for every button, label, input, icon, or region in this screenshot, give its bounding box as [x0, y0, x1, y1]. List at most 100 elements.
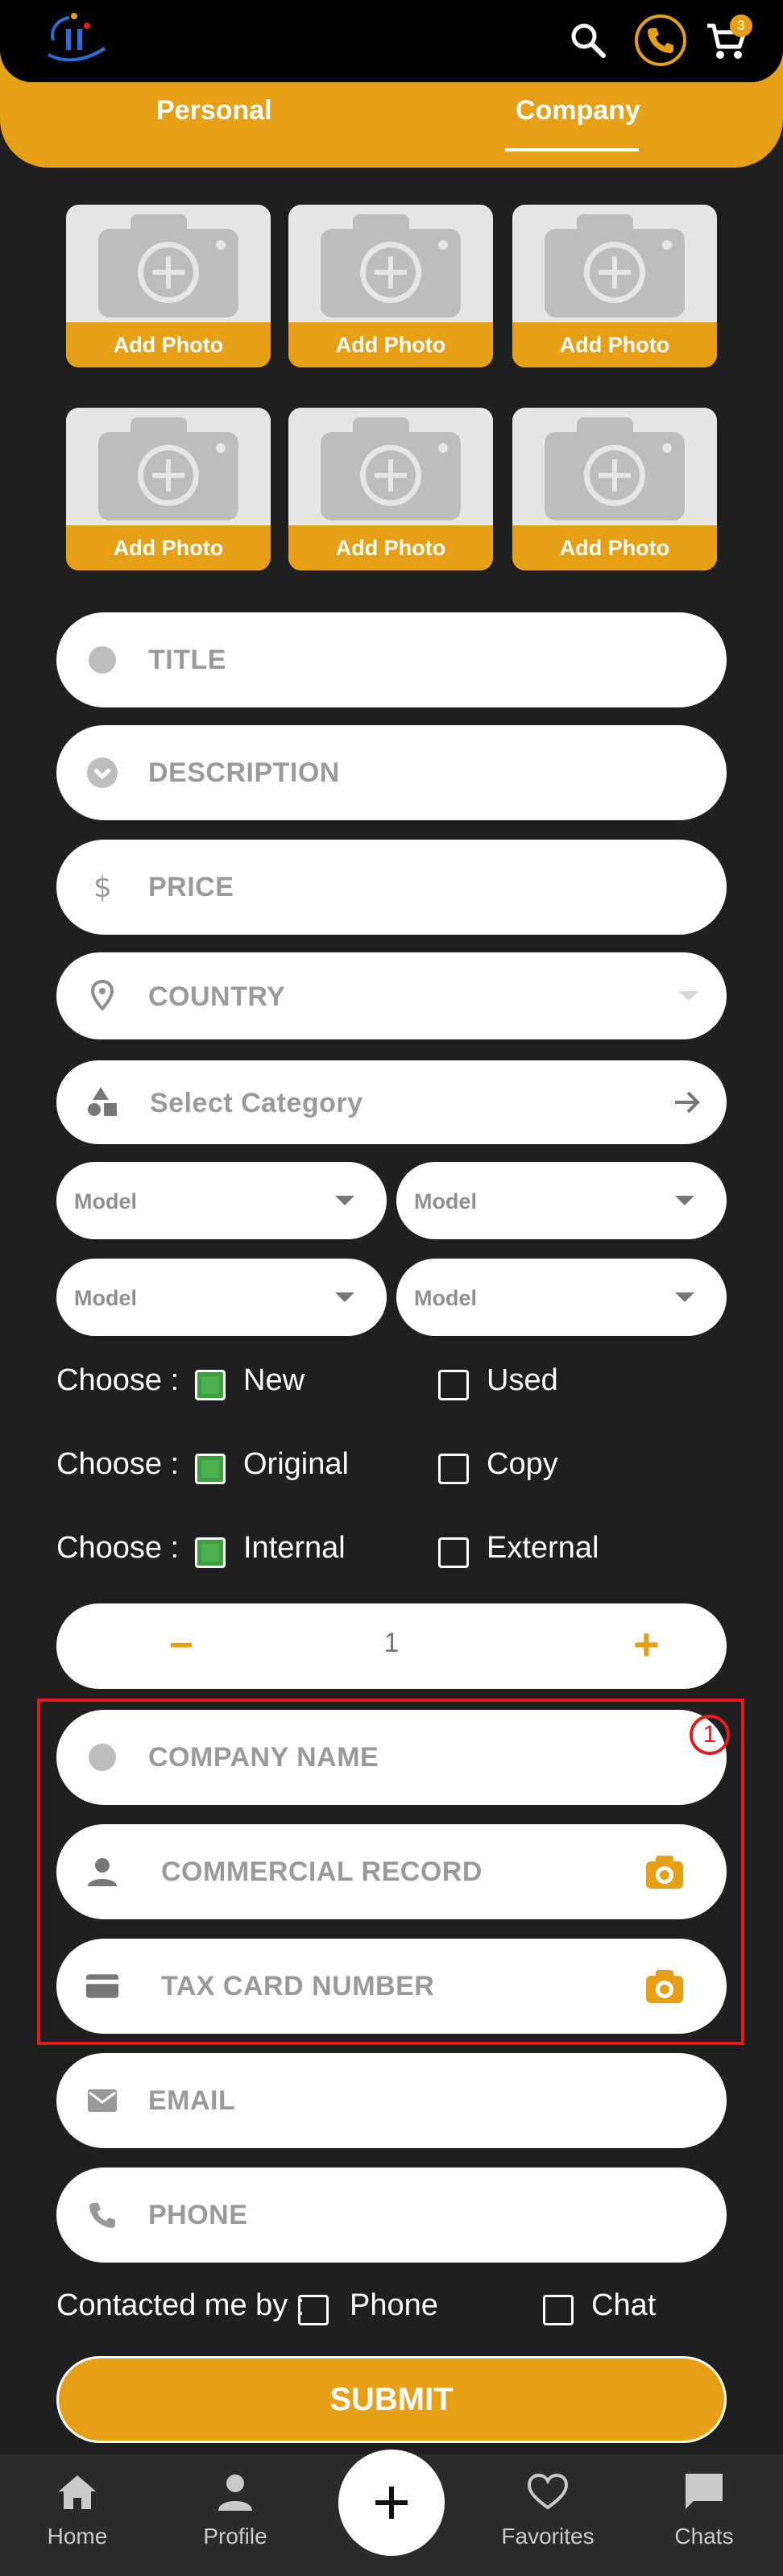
choose-row-condition: Choose : New Used	[56, 1363, 733, 1412]
nav-label: Favorites	[501, 2524, 594, 2549]
increment-button[interactable]: +	[633, 1618, 660, 1670]
phone-icon[interactable]	[635, 15, 686, 66]
tab-personal[interactable]: Personal	[156, 95, 272, 127]
model-placeholder: Model	[414, 1286, 477, 1310]
checkbox-copy[interactable]	[438, 1454, 469, 1484]
decrement-button[interactable]: −	[169, 1621, 193, 1670]
mail-icon	[85, 2084, 119, 2118]
add-photo-label: Add Photo	[288, 525, 493, 570]
checkbox-original[interactable]	[195, 1454, 226, 1484]
checkbox-external[interactable]	[438, 1537, 469, 1568]
checkbox-contact-chat[interactable]	[543, 2295, 574, 2325]
add-photo-card[interactable]: Add Photo	[66, 408, 271, 570]
camera-plus-icon	[321, 417, 461, 521]
description-placeholder: DESCRIPTION	[148, 757, 340, 788]
page: Personal Company 3 Add Photo Add Photo A…	[0, 0, 783, 2576]
dot-icon	[85, 643, 119, 677]
title-placeholder: TITLE	[148, 645, 226, 675]
phone-icon	[85, 2198, 119, 2232]
checkbox-new[interactable]	[195, 1370, 226, 1400]
option-label: Used	[487, 1363, 558, 1397]
model-placeholder: Model	[74, 1189, 137, 1213]
nav-label: Home	[47, 2524, 108, 2549]
category-select[interactable]: Select Category	[56, 1060, 727, 1144]
description-field[interactable]: DESCRIPTION	[56, 725, 727, 820]
model-placeholder: Model	[74, 1286, 137, 1310]
contact-preference-row: Contacted me by : Phone Chat	[56, 2288, 733, 2337]
chevron-circle-icon	[85, 756, 119, 790]
add-photo-card[interactable]: Add Photo	[512, 408, 717, 570]
option-label: Internal	[243, 1531, 346, 1565]
cart-count-badge: 3	[730, 15, 752, 37]
choose-label: Choose :	[56, 1363, 180, 1397]
add-photo-label: Add Photo	[66, 525, 271, 570]
chevron-down-icon	[335, 1292, 354, 1302]
choose-row-origin: Choose : Internal External	[56, 1531, 733, 1579]
option-label: New	[243, 1363, 305, 1397]
submit-button[interactable]: SUBMIT	[56, 2356, 727, 2443]
country-placeholder: COUNTRY	[148, 981, 286, 1012]
checkbox-internal[interactable]	[195, 1537, 226, 1568]
country-select[interactable]: COUNTRY	[56, 952, 727, 1039]
model-dropdown[interactable]: Model	[56, 1259, 387, 1336]
chevron-down-icon	[675, 1196, 694, 1205]
price-placeholder: PRICE	[148, 872, 234, 902]
add-photo-card[interactable]: Add Photo	[66, 205, 271, 367]
nav-label: Profile	[203, 2524, 267, 2549]
search-icon[interactable]	[562, 15, 614, 66]
home-icon	[59, 2475, 96, 2509]
camera-plus-icon	[321, 214, 461, 317]
arrow-right-icon	[675, 1091, 700, 1114]
checkbox-used[interactable]	[438, 1370, 469, 1400]
camera-plus-icon	[98, 214, 238, 317]
quantity-stepper: − 1 +	[56, 1603, 727, 1689]
nav-label: Chats	[674, 2524, 734, 2549]
shapes-icon	[85, 1085, 119, 1118]
checkbox-contact-phone[interactable]	[298, 2295, 329, 2325]
choose-row-authenticity: Choose : Original Copy	[56, 1447, 733, 1495]
add-photo-label: Add Photo	[512, 322, 717, 367]
email-field[interactable]: EMAIL	[56, 2053, 727, 2148]
option-label: Original	[243, 1447, 349, 1481]
location-pin-icon	[85, 978, 119, 1012]
tab-company[interactable]: Company	[516, 95, 640, 127]
add-post-button[interactable]	[338, 2449, 445, 2556]
phone-field[interactable]: PHONE	[56, 2167, 727, 2263]
category-placeholder: Select Category	[150, 1088, 363, 1118]
email-placeholder: EMAIL	[148, 2085, 236, 2116]
add-photo-card[interactable]: Add Photo	[288, 205, 493, 367]
cart-icon[interactable]: 3	[701, 15, 752, 66]
chevron-down-icon	[675, 1292, 694, 1302]
add-photo-label: Add Photo	[288, 322, 493, 367]
title-field[interactable]: TITLE	[56, 612, 727, 707]
nav-profile[interactable]: Profile	[179, 2470, 292, 2549]
dollar-icon: $	[85, 870, 119, 904]
add-photo-label: Add Photo	[66, 322, 271, 367]
camera-plus-icon	[98, 417, 238, 521]
model-dropdown[interactable]: Model	[396, 1162, 727, 1239]
camera-plus-icon	[545, 214, 685, 317]
contact-by-label: Contacted me by :	[56, 2288, 305, 2322]
camera-plus-icon	[545, 417, 685, 521]
chevron-down-icon	[335, 1196, 354, 1205]
logo[interactable]	[42, 8, 110, 66]
option-label: Copy	[487, 1447, 558, 1481]
price-field[interactable]: $ PRICE	[56, 840, 727, 935]
chevron-down-icon	[678, 991, 699, 1001]
phone-placeholder: PHONE	[148, 2200, 248, 2230]
annotation-highlight	[37, 1699, 744, 2045]
model-dropdown[interactable]: Model	[56, 1162, 387, 1239]
nav-chats[interactable]: Chats	[648, 2470, 760, 2549]
add-photo-label: Add Photo	[512, 525, 717, 570]
add-photo-card[interactable]: Add Photo	[288, 408, 493, 570]
app-header: 3	[0, 0, 783, 82]
add-photo-card[interactable]: Add Photo	[512, 205, 717, 367]
model-dropdown[interactable]: Model	[396, 1259, 727, 1336]
annotation-number-badge: 1	[690, 1715, 730, 1755]
nav-home[interactable]: Home	[21, 2470, 134, 2549]
nav-favorites[interactable]: Favorites	[491, 2470, 604, 2549]
chat-icon	[686, 2474, 723, 2509]
choose-label: Choose :	[56, 1531, 180, 1565]
plus-icon	[375, 2487, 408, 2519]
tab-active-indicator	[505, 148, 639, 151]
